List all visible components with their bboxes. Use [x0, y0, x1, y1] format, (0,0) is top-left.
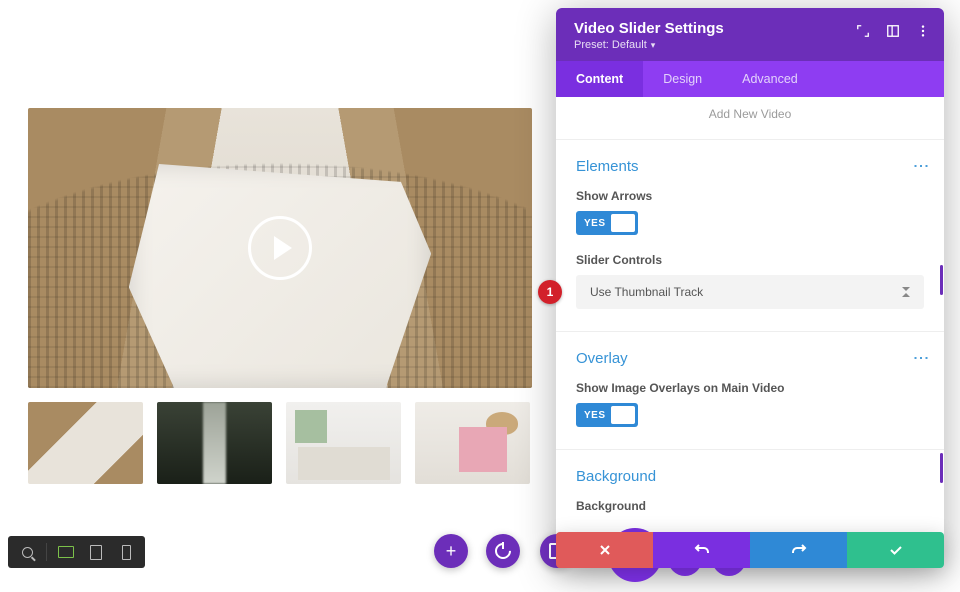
action-bar: [556, 532, 944, 568]
section-title[interactable]: Overlay: [576, 350, 924, 367]
tablet-icon[interactable]: [83, 539, 109, 565]
section-background: Background Background: [556, 449, 944, 537]
scrollbar[interactable]: [940, 453, 943, 483]
thumbnail-track: [28, 402, 532, 484]
expand-icon[interactable]: [852, 20, 874, 42]
section-elements: Elements ⋮ Show Arrows YES Slider Contro…: [556, 139, 944, 331]
thumbnail[interactable]: [28, 402, 143, 484]
more-icon[interactable]: [912, 20, 934, 42]
field-label: Slider Controls: [576, 253, 924, 267]
main-video[interactable]: [28, 108, 532, 388]
confirm-button[interactable]: [847, 532, 944, 568]
undo-button[interactable]: [653, 532, 750, 568]
settings-panel: Video Slider Settings Preset: Default Co…: [556, 8, 944, 568]
thumbnail[interactable]: [415, 402, 530, 484]
field-label: Background: [576, 499, 924, 513]
search-icon[interactable]: [14, 539, 40, 565]
add-new-video[interactable]: Add New Video: [556, 97, 944, 139]
scrollbar[interactable]: [940, 265, 943, 295]
section-more-icon[interactable]: ⋮: [911, 350, 930, 365]
show-overlays-toggle[interactable]: YES: [576, 403, 638, 427]
section-more-icon[interactable]: ⋮: [911, 158, 930, 173]
tabs: Content Design Advanced: [556, 61, 944, 97]
panel-body[interactable]: Add New Video Elements ⋮ Show Arrows YES…: [556, 97, 944, 537]
tab-advanced[interactable]: Advanced: [722, 61, 818, 97]
slider-controls-select[interactable]: Use Thumbnail Track: [576, 275, 924, 309]
add-button[interactable]: +: [434, 534, 468, 568]
thumbnail[interactable]: [286, 402, 401, 484]
viewport-bar: [8, 536, 145, 568]
section-title[interactable]: Background: [576, 468, 924, 485]
show-arrows-toggle[interactable]: YES: [576, 211, 638, 235]
divider: [46, 543, 47, 561]
field-label: Show Image Overlays on Main Video: [576, 381, 924, 395]
panel-header[interactable]: Video Slider Settings Preset: Default: [556, 8, 944, 61]
cancel-button[interactable]: [556, 532, 653, 568]
preview-area: [28, 108, 532, 484]
tab-content[interactable]: Content: [556, 61, 643, 97]
callout-badge: 1: [538, 280, 562, 304]
play-icon[interactable]: [248, 216, 312, 280]
redo-button[interactable]: [750, 532, 847, 568]
section-title[interactable]: Elements: [576, 158, 924, 175]
phone-icon[interactable]: [113, 539, 139, 565]
field-label: Show Arrows: [576, 189, 924, 203]
thumbnail[interactable]: [157, 402, 272, 484]
tab-design[interactable]: Design: [643, 61, 722, 97]
section-overlay: Overlay ⋮ Show Image Overlays on Main Vi…: [556, 331, 944, 449]
layout-icon[interactable]: [882, 20, 904, 42]
power-button[interactable]: [486, 534, 520, 568]
desktop-icon[interactable]: [53, 539, 79, 565]
